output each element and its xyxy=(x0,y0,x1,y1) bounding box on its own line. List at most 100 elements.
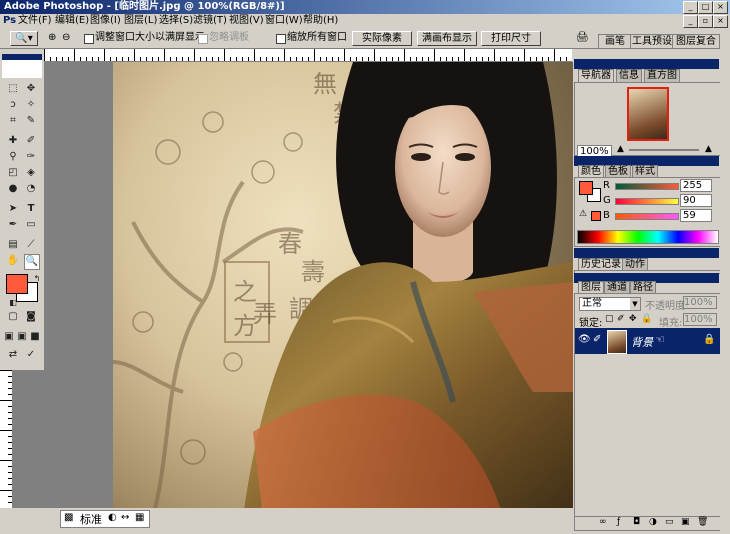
document-gutter-top xyxy=(44,62,113,370)
fill-field[interactable]: 100% xyxy=(683,313,717,326)
lock-image-icon[interactable]: ✐ xyxy=(617,314,625,324)
zoom-out-icon[interactable]: ⊖ xyxy=(62,31,70,45)
navigator-thumbnail[interactable] xyxy=(627,87,669,141)
app-icon: Ps xyxy=(3,15,17,26)
zoom-in-icon[interactable]: ⊕ xyxy=(48,31,56,45)
actual-pixels-button[interactable]: 实际像素 xyxy=(352,31,412,46)
eraser-tool-icon[interactable]: ◰ xyxy=(6,166,20,180)
print-size-button[interactable]: 打印尺寸 xyxy=(481,31,541,46)
palette-tab-brushes[interactable]: 画笔 xyxy=(598,34,632,48)
panel-scrollbar[interactable] xyxy=(720,48,730,531)
menu-edit[interactable]: 编辑(E) xyxy=(55,14,89,28)
history-brush-icon[interactable]: ✑ xyxy=(24,150,38,164)
doc-restore-button[interactable]: ▫ xyxy=(698,15,713,28)
quick-mask-icon[interactable]: ◙ xyxy=(24,310,38,324)
palette-tab-layer-comps[interactable]: 图层复合 xyxy=(672,34,720,48)
status-grid-icon[interactable]: ▦ xyxy=(135,512,144,523)
clone-stamp-icon[interactable]: ⚲ xyxy=(6,150,20,164)
brush-tool-icon[interactable]: ✐ xyxy=(24,134,38,148)
document-canvas[interactable]: 春 壽 調 情 之 方 弄 無 禁 xyxy=(113,62,573,517)
ignore-palettes-checkbox[interactable] xyxy=(198,34,208,44)
g-slider[interactable] xyxy=(615,198,679,205)
color-fg-swatch[interactable] xyxy=(579,181,593,195)
gamut-swatch[interactable] xyxy=(591,211,601,221)
new-layer-icon[interactable]: ▣ xyxy=(681,517,690,527)
standard-mode-icon[interactable]: ▢ xyxy=(6,310,20,324)
close-button[interactable]: × xyxy=(713,1,728,14)
layer-style-icon[interactable]: ƒ xyxy=(617,517,620,527)
imageready-icon[interactable]: ✓ xyxy=(24,348,38,362)
tab-info[interactable]: 信息 xyxy=(616,69,642,82)
status-moon-icon[interactable]: ◐ xyxy=(108,512,117,523)
layer-visibility-eye-icon[interactable]: 👁 xyxy=(578,334,591,345)
doc-minimize-button[interactable]: _ xyxy=(683,15,698,28)
status-arrows-icon[interactable]: ↔ xyxy=(121,512,129,523)
opacity-field[interactable]: 100% xyxy=(683,296,717,309)
menu-select[interactable]: 选择(S) xyxy=(159,14,193,28)
gradient-tool-icon[interactable]: ◈ xyxy=(24,166,38,180)
tab-histogram[interactable]: 直方图 xyxy=(644,69,680,82)
blend-mode-select[interactable]: 正常 ▼ xyxy=(579,297,641,311)
marquee-tool-icon[interactable]: ⬚ xyxy=(6,82,20,96)
zoom-all-checkbox[interactable] xyxy=(276,34,286,44)
magic-wand-tool-icon[interactable]: ✧ xyxy=(24,98,38,112)
pen-tool-icon[interactable]: ✒ xyxy=(6,218,20,232)
eyedropper-tool-icon[interactable]: ⟋ xyxy=(24,238,38,252)
g-value-field[interactable]: 90 xyxy=(680,194,712,207)
hand-tool-icon[interactable]: ✋ xyxy=(6,254,20,268)
swap-colors-icon[interactable]: ↰ xyxy=(30,272,44,286)
path-selection-icon[interactable]: ➤ xyxy=(6,202,20,216)
menu-filter[interactable]: 滤镜(T) xyxy=(193,14,227,28)
palette-tab-tool-presets[interactable]: 工具预设 xyxy=(630,34,674,48)
r-slider[interactable] xyxy=(615,183,679,190)
lock-position-icon[interactable]: ✥ xyxy=(629,314,637,324)
menu-image[interactable]: 图像(I) xyxy=(90,14,121,28)
crop-tool-icon[interactable]: ⌗ xyxy=(6,114,20,128)
dodge-tool-icon[interactable]: ◔ xyxy=(24,182,38,196)
menu-view[interactable]: 视图(V) xyxy=(229,14,264,28)
lock-all-icon[interactable]: 🔒 xyxy=(641,314,652,324)
resize-window-checkbox[interactable] xyxy=(84,34,94,44)
color-ramp[interactable] xyxy=(577,230,719,244)
minimize-button[interactable]: _ xyxy=(683,1,698,14)
b-value-field[interactable]: 59 xyxy=(680,209,712,222)
healing-brush-icon[interactable]: ✚ xyxy=(6,134,20,148)
adjustment-layer-icon[interactable]: ◑ xyxy=(649,517,657,527)
lock-transparent-icon[interactable]: ▢ xyxy=(605,314,614,324)
layer-row-background[interactable]: 👁 ✐ 背景 ☜ 🔒 xyxy=(575,328,720,354)
new-group-icon[interactable]: ▭ xyxy=(665,517,674,527)
slice-tool-icon[interactable]: ✎ xyxy=(24,114,38,128)
foreground-color-swatch[interactable] xyxy=(6,274,28,294)
layer-link-icon[interactable]: ∞ xyxy=(599,517,607,527)
menu-layer[interactable]: 图层(L) xyxy=(124,14,157,28)
doc-close-button[interactable]: × xyxy=(713,15,728,28)
notes-tool-icon[interactable]: ▤ xyxy=(6,238,20,252)
screen-mode-full-menu-icon[interactable]: ▣ xyxy=(15,330,29,344)
screen-mode-standard-icon[interactable]: ▣ xyxy=(2,330,16,344)
fit-screen-button[interactable]: 满画布显示 xyxy=(417,31,477,46)
shape-tool-icon[interactable]: ▭ xyxy=(24,218,38,232)
zoom-out-small-icon[interactable]: ▲ xyxy=(617,144,624,154)
zoom-tool-preset[interactable]: 🔍▾ xyxy=(10,31,38,46)
blur-tool-icon[interactable]: ● xyxy=(6,182,20,196)
menu-help[interactable]: 帮助(H) xyxy=(303,14,338,28)
menu-file[interactable]: 文件(F) xyxy=(18,14,52,28)
screen-mode-full-icon[interactable]: ■ xyxy=(28,330,42,344)
menu-window[interactable]: 窗口(W) xyxy=(265,14,303,28)
r-value-field[interactable]: 255 xyxy=(680,179,712,192)
zoom-in-small-icon[interactable]: ▲ xyxy=(705,144,712,154)
jump-to-imageready-icon[interactable]: ⇄ xyxy=(6,348,20,362)
type-tool-icon[interactable]: T xyxy=(24,202,38,216)
zoom-tool-icon[interactable]: 🔍 xyxy=(24,254,40,270)
default-colors-icon[interactable]: ◧ xyxy=(6,296,20,310)
maximize-button[interactable]: □ xyxy=(698,1,713,14)
move-tool-icon[interactable]: ✥ xyxy=(24,82,38,96)
layer-mask-icon[interactable]: ◘ xyxy=(633,517,640,527)
navigator-zoom-slider[interactable] xyxy=(629,149,699,151)
b-slider[interactable] xyxy=(615,213,679,220)
gamut-warning-icon[interactable]: ⚠ xyxy=(579,209,587,219)
delete-layer-icon[interactable]: 🗑 xyxy=(697,517,708,527)
chevron-down-icon: ▼ xyxy=(630,298,640,310)
lasso-tool-icon[interactable]: ↄ xyxy=(6,98,20,112)
tab-navigator[interactable]: 导航器 xyxy=(578,69,614,82)
